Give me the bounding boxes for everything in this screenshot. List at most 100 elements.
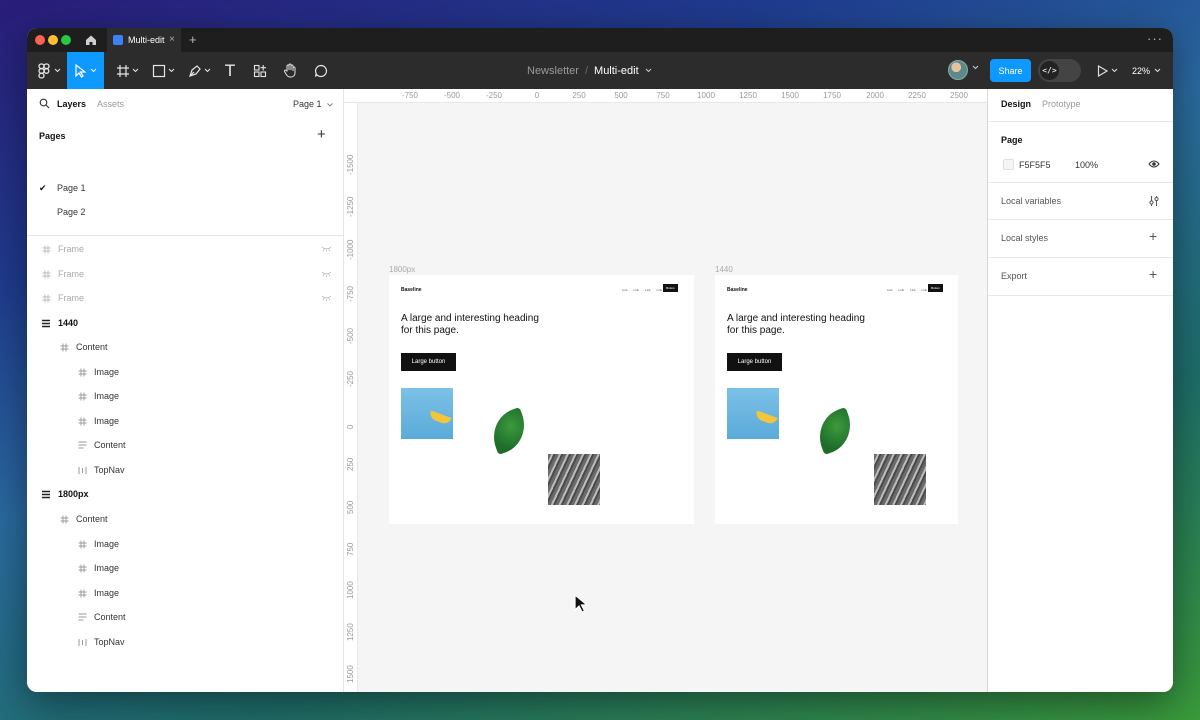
figma-window: Multi-edit × + ··· T Newsletter / Multi-… <box>27 28 1173 692</box>
share-button[interactable]: Share <box>990 59 1031 82</box>
layer-label: TopNav <box>94 465 125 475</box>
pen-tool-button[interactable] <box>183 52 215 89</box>
layer-row[interactable]: Image <box>27 362 344 382</box>
chevron-down-icon <box>327 103 333 107</box>
tab-prototype[interactable]: Prototype <box>1042 99 1081 109</box>
layer-row[interactable]: TopNav <box>27 632 344 652</box>
nav-link: Link <box>898 288 905 292</box>
more-icon[interactable]: ··· <box>1147 31 1163 46</box>
comment-tool-button[interactable] <box>310 52 332 89</box>
ruler-tick-label: -250 <box>346 370 355 387</box>
page-color-opacity[interactable]: 100% <box>1075 160 1098 170</box>
chevron-down-icon <box>1154 68 1161 73</box>
frame-label[interactable]: 1800px <box>389 265 415 274</box>
maximize-window-button[interactable] <box>61 35 71 45</box>
layer-row[interactable]: 1440 <box>27 313 344 333</box>
layer-row[interactable]: Frame <box>27 239 344 259</box>
layer-row[interactable]: Frame <box>27 288 344 308</box>
tab-design[interactable]: Design <box>1001 99 1031 109</box>
shape-tool-button[interactable] <box>147 52 179 89</box>
frame-1800px[interactable]: Baseline Link Link Link Link Button A la… <box>389 275 694 524</box>
home-icon[interactable] <box>83 32 99 48</box>
main-menu-button[interactable] <box>33 52 65 89</box>
frame-tool-button[interactable] <box>111 52 143 89</box>
page-selector[interactable]: Page 1 <box>293 99 333 109</box>
frame-logo: Baseline <box>401 287 422 293</box>
layer-row[interactable]: Image <box>27 534 344 554</box>
text-lines-icon <box>75 613 89 621</box>
local-styles-label[interactable]: Local styles <box>1001 233 1048 243</box>
tab-layers[interactable]: Layers <box>57 99 86 109</box>
search-icon[interactable] <box>39 98 50 109</box>
page-item-label: Page 1 <box>57 183 86 193</box>
breadcrumb-file-name[interactable]: Multi-edit <box>594 65 639 77</box>
page-color-swatch[interactable] <box>1003 159 1014 170</box>
zoom-menu[interactable]: 22% <box>1132 52 1161 89</box>
move-tool-button[interactable] <box>67 52 104 89</box>
dev-mode-toggle[interactable]: </> <box>1038 59 1081 82</box>
frame-hash-icon <box>39 270 53 279</box>
tab-close-icon[interactable]: × <box>169 34 175 45</box>
add-export-button[interactable]: + <box>1149 266 1157 282</box>
add-page-button[interactable]: + <box>317 126 326 143</box>
frame-hash-icon <box>75 368 89 377</box>
variables-icon[interactable] <box>1148 195 1160 207</box>
new-tab-button[interactable]: + <box>189 32 197 47</box>
layer-row[interactable]: Content <box>27 509 344 529</box>
ruler-vertical: -1500 -1250 -1000 -750 -500 -250 0 250 5… <box>344 103 358 692</box>
hand-tool-button[interactable] <box>279 52 301 89</box>
local-variables-label[interactable]: Local variables <box>1001 196 1061 206</box>
page-item-label: Page 2 <box>57 207 86 217</box>
hidden-eye-icon[interactable] <box>321 244 332 254</box>
hidden-eye-icon[interactable] <box>321 293 332 303</box>
chevron-down-icon[interactable] <box>972 65 979 70</box>
ruler-tick-label: 0 <box>534 91 540 100</box>
export-label[interactable]: Export <box>1001 271 1027 281</box>
minimize-window-button[interactable] <box>48 35 58 45</box>
page-section-title: Page <box>1001 135 1023 145</box>
chevron-down-icon <box>1111 68 1118 73</box>
layer-row[interactable]: Content <box>27 435 344 455</box>
layer-row[interactable]: Content <box>27 607 344 627</box>
layer-label: Content <box>76 514 108 524</box>
page-item[interactable]: Page 2 <box>39 203 329 221</box>
layer-row[interactable]: 1800px <box>27 484 344 504</box>
frame-1440[interactable]: Baseline Link Link Link Link Button A la… <box>715 275 958 524</box>
ruler-tick-label: 250 <box>346 457 355 471</box>
ruler-tick-label: -750 <box>401 91 419 100</box>
layer-row[interactable]: Content <box>27 337 344 357</box>
file-tab[interactable]: Multi-edit × <box>107 28 181 52</box>
canvas[interactable]: 1800px Baseline Link Link Link Link Butt… <box>358 103 987 692</box>
frame-hash-icon <box>57 343 71 352</box>
ruler-tick-label: 1250 <box>739 91 757 100</box>
layer-row[interactable]: Image <box>27 411 344 431</box>
ruler-tick-label: 1750 <box>823 91 841 100</box>
ruler-tick-label: 2250 <box>908 91 926 100</box>
nav-link: Link <box>921 288 928 292</box>
layer-row[interactable]: Image <box>27 583 344 603</box>
ruler-tick-label: 1000 <box>697 91 715 100</box>
add-style-button[interactable]: + <box>1149 228 1157 244</box>
present-button[interactable] <box>1097 52 1118 89</box>
eye-icon[interactable] <box>1148 159 1160 169</box>
resources-tool-button[interactable] <box>249 52 271 89</box>
close-window-button[interactable] <box>35 35 45 45</box>
frame-large-button: Large button <box>727 353 782 371</box>
layer-row[interactable]: Image <box>27 386 344 406</box>
ruler-horizontal: -750 -500 -250 0 250 500 750 1000 1250 1… <box>344 89 987 103</box>
layer-row[interactable]: TopNav <box>27 460 344 480</box>
image-palm-shadow <box>874 454 926 505</box>
figma-file-icon <box>113 35 123 45</box>
chevron-down-icon[interactable] <box>645 68 652 73</box>
layer-row[interactable]: Image <box>27 558 344 578</box>
breadcrumb-project[interactable]: Newsletter <box>527 65 579 77</box>
frame-label[interactable]: 1440 <box>715 265 733 274</box>
avatar[interactable] <box>948 60 968 80</box>
page-color-hex[interactable]: F5F5F5 <box>1019 160 1051 170</box>
hidden-eye-icon[interactable] <box>321 269 332 279</box>
tab-assets[interactable]: Assets <box>97 99 124 109</box>
chevron-down-icon <box>54 68 60 73</box>
text-tool-button[interactable]: T <box>219 52 241 89</box>
page-item[interactable]: ✔ Page 1 <box>39 179 329 197</box>
layer-row[interactable]: Frame <box>27 264 344 284</box>
